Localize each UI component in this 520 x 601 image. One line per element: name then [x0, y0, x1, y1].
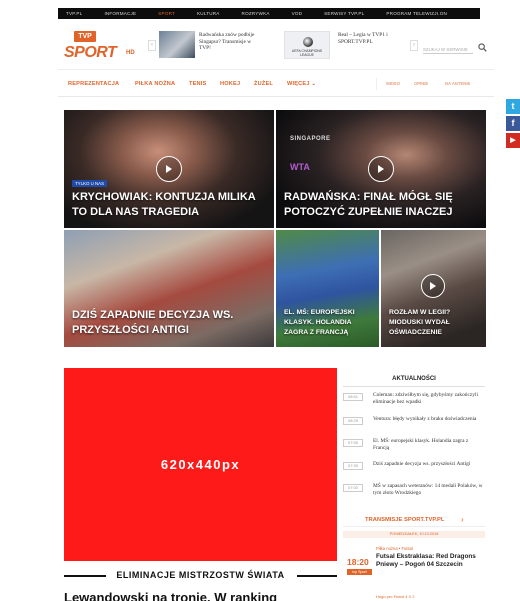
nav-item-pilka-nozna[interactable]: PIŁKA NOŻNA	[135, 81, 175, 87]
section-header-eliminacje: ELIMINACJE MISTRZOSTW ŚWIATA	[64, 568, 337, 582]
featured-tile-radwanska[interactable]: SINGAPORE WTA RADWAŃSKA: FINAŁ MÓGŁ SIĘ …	[276, 110, 486, 228]
top-portal-links: TVP.PL INFORMACJE SPORT KULTURA ROZRYWKA…	[58, 8, 480, 19]
singapore-logo: SINGAPORE	[290, 136, 331, 142]
nav-item-hokej[interactable]: HOKEJ	[220, 81, 240, 87]
portal-link-sport[interactable]: SPORT	[158, 11, 175, 16]
promo-thumbnail-champions-league[interactable]: UEFA CHAMPIONS LEAGUE	[284, 31, 330, 59]
chevron-right-icon[interactable]: ›	[461, 515, 464, 524]
news-time: 08:25	[343, 417, 363, 425]
advertisement-placeholder[interactable]: 620x440px	[64, 368, 337, 561]
nav-link-opinie[interactable]: OPINIE	[414, 81, 428, 86]
news-text[interactable]: Ventura: błędy wynikały z braku doświadc…	[373, 416, 485, 423]
tile-title: DZIŚ ZAPADNIE DECYZJA WS. PRZYSZŁOŚCI AN…	[72, 309, 234, 336]
play-video-icon[interactable]	[421, 274, 445, 298]
featured-tile-krychowiak[interactable]: TYLKO U NAS KRYCHOWIAK: KONTUZJA MILIKA …	[64, 110, 274, 228]
wta-logo: WTA	[290, 162, 310, 172]
logo-tvp-badge: TVP	[74, 31, 96, 42]
portal-link-program[interactable]: PROGRAM TELEWIZJI.ON	[386, 11, 447, 16]
news-item[interactable]: 07:55 El. MŚ: europejski klasyk. Holandi…	[343, 436, 485, 457]
search-icon[interactable]	[478, 43, 487, 52]
site-header: TVP SPORT HD ‹ Radwańska znów podbije Si…	[58, 27, 494, 69]
play-video-icon[interactable]	[368, 156, 394, 182]
featured-tile-legia[interactable]: ROZŁAM W LEGII? MIODUSKI WYDAŁ OŚWIADCZE…	[381, 230, 486, 347]
news-divider	[343, 386, 485, 387]
portal-link-kultura[interactable]: KULTURA	[197, 11, 220, 16]
section-rule-right	[297, 575, 337, 577]
ad-size-label: 620x440px	[160, 457, 241, 472]
facebook-icon[interactable]: f	[506, 116, 520, 131]
tile-title: EL. MŚ: EUROPEJSKI KLASYK. HOLANDIA ZAGR…	[284, 309, 355, 336]
broadcasts-title[interactable]: TRANSMISJE SPORT.TVP.PL	[365, 517, 444, 523]
champions-league-ball-icon	[303, 37, 313, 47]
news-time: 08:51	[343, 393, 363, 401]
featured-tile-holandia-francja[interactable]: EL. MŚ: EUROPEJSKI KLASYK. HOLANDIA ZAGR…	[276, 230, 379, 347]
news-item[interactable]: 08:25 Ventura: błędy wynikały z braku do…	[343, 414, 485, 435]
portal-link-tvp[interactable]: TVP.PL	[66, 11, 82, 16]
news-item[interactable]: 08:51 Coleman: zdziwiłbym się, gdybyśmy …	[343, 390, 485, 411]
nav-link-wideo[interactable]: WIDEO	[386, 81, 400, 86]
news-item[interactable]: 07:30 Dziś zapadnie decyzja ws. przyszło…	[343, 459, 485, 480]
nav-item-reprezentacja[interactable]: REPREZENTACJA	[68, 81, 119, 87]
portal-link-serwisy[interactable]: SERWISY TVP.PL	[324, 11, 364, 16]
news-time: 07:00	[343, 484, 363, 492]
portal-link-vod[interactable]: VOD	[292, 11, 303, 16]
logo-sport-text: SPORT	[64, 44, 117, 61]
news-text[interactable]: El. MŚ: europejski klasyk. Holandia zagr…	[373, 438, 485, 453]
news-title: AKTUALNOŚCI	[392, 376, 436, 382]
news-time: 07:55	[343, 439, 363, 447]
promo-prev-button[interactable]: ‹	[148, 40, 156, 51]
nav-divider	[376, 78, 377, 90]
twitter-icon[interactable]: t	[506, 99, 520, 114]
news-item[interactable]: 07:00 MŚ w zapasach weteranów: 14 medali…	[343, 481, 485, 502]
news-time: 07:30	[343, 462, 363, 470]
youtube-icon[interactable]: ▶	[506, 133, 520, 148]
tvp-sport-logo[interactable]: TVP SPORT HD	[64, 31, 144, 65]
news-text[interactable]: MŚ w zapasach weteranów: 14 medali Polak…	[373, 483, 485, 498]
nav-item-zuzel[interactable]: ŻUŻEL	[254, 81, 273, 87]
logo-hd-text: HD	[126, 50, 135, 56]
portal-link-rozrywka[interactable]: ROZRYWKA	[242, 11, 270, 16]
news-text[interactable]: Coleman: zdziwiłbym się, gdybyśmy zakońc…	[373, 392, 485, 407]
tile-title: KRYCHOWIAK: KONTUZJA MILIKA TO DLA NAS T…	[72, 191, 256, 218]
promo-thumbnail-radwanska[interactable]	[159, 31, 195, 58]
broadcast-category: Piłka nożna • Futsal	[376, 546, 413, 551]
broadcast-date-bar: PONIEDZIAŁEK, 10.10.2016	[343, 531, 485, 538]
broadcasts-header[interactable]: TRANSMISJE SPORT.TVP.PL ›	[343, 513, 485, 527]
nav-link-na-antenie[interactable]: NA ANTENIE	[445, 81, 470, 86]
channel-badge: tvp Sport	[347, 569, 372, 575]
broadcast-title[interactable]: Futsal Ekstraklasa: Red Dragons Pniewy –…	[376, 553, 484, 569]
featured-tile-antiga[interactable]: DZIŚ ZAPADNIE DECYZJA WS. PRZYSZŁOŚCI AN…	[64, 230, 274, 347]
champions-league-caption: UEFA CHAMPIONS LEAGUE	[291, 49, 323, 57]
play-video-icon[interactable]	[156, 156, 182, 182]
broadcast-date: PONIEDZIAŁEK, 10.10.2016	[389, 532, 439, 536]
article-headline[interactable]: Lewandowski na tronie. W ranking	[64, 590, 337, 601]
exclusive-badge: TYLKO U NAS	[72, 180, 108, 187]
broadcast-time: 18:20	[347, 557, 369, 567]
tile-title: RADWAŃSKA: FINAŁ MÓGŁ SIĘ POTOCZYĆ ZUPEŁ…	[284, 191, 453, 218]
promo-next-button[interactable]: ›	[410, 40, 418, 51]
top-portal-bar: TVP.PL INFORMACJE SPORT KULTURA ROZRYWKA…	[0, 0, 520, 27]
nav-item-wiecej[interactable]: WIĘCEJ ⌄	[287, 81, 316, 87]
portal-link-informacje[interactable]: INFORMACJE	[104, 11, 136, 16]
main-nav: REPREZENTACJA PIŁKA NOŻNA TENIS HOKEJ ŻU…	[58, 69, 494, 97]
tile-title: ROZŁAM W LEGII? MIODUSKI WYDAŁ OŚWIADCZE…	[389, 309, 451, 336]
broadcast-next-category: Hugo pro Feard 4 X 2	[376, 594, 415, 599]
promo-link-radwanska[interactable]: Radwańska znów podbije Singapur? Transmi…	[199, 32, 259, 52]
promo-link-real-legia[interactable]: Real – Legia w TVP1 i SPORT.TVP.PL	[338, 32, 406, 45]
search-input[interactable]: SZUKAJ W SERWISIE	[423, 45, 473, 54]
news-text[interactable]: Dziś zapadnie decyzja ws. przyszłości An…	[373, 461, 485, 468]
nav-item-tenis[interactable]: TENIS	[189, 81, 206, 87]
